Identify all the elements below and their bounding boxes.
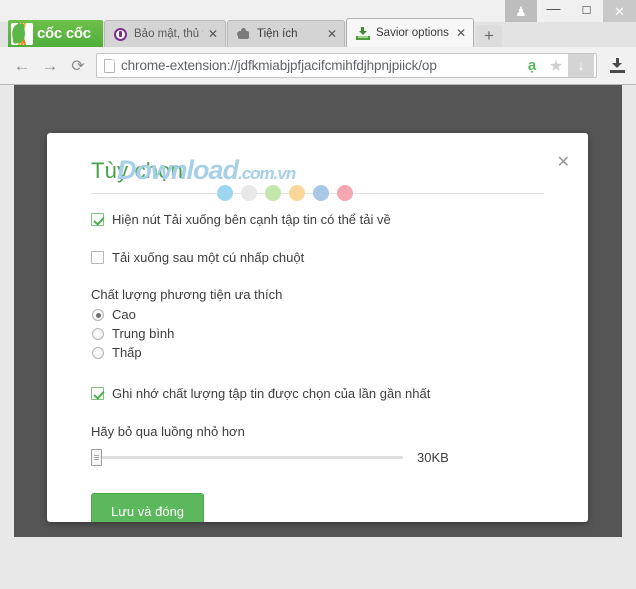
radio-option-high[interactable]: Cao [91,307,562,323]
dialog-title-divider [91,193,544,194]
reload-icon: ⟳ [71,57,85,75]
slider-row: 30KB [91,448,562,466]
plus-icon: + [484,26,494,45]
modal-overlay: ✕ Tùy chọn Download.com.vn Hiện nút Tải … [14,85,622,537]
option-remember-quality[interactable]: Ghi nhớ chất lượng tập tin được chọn của… [91,386,562,402]
tab-strip: cốc cốc Bảo mật, thủ thu ✕ Tiện ích ✕ [0,13,636,47]
arrow-left-icon: ← [13,55,31,75]
coccoc-logo-text: cốc cốc [37,25,91,42]
download-tray-icon [355,26,370,41]
tab-title: Tiện ích [257,28,298,40]
savior-toolbar-button[interactable] [602,51,632,81]
option-label: Hiện nút Tải xuống bên cạnh tập tin có t… [112,212,391,227]
checkbox-one-click-download[interactable] [91,251,104,264]
coccoc-logo[interactable]: cốc cốc [8,20,103,47]
coccoc-logo-icon [11,22,33,45]
omnibox-download-button[interactable]: ↓ [568,54,594,77]
dialog-close-button[interactable]: ✕ [557,155,570,171]
checkbox-remember-quality[interactable] [91,387,104,400]
skip-small-streams-group: Hãy bỏ qua luồng nhỏ hơn 30KB [91,424,562,466]
tab-close-icon[interactable]: ✕ [326,28,338,40]
slider-value: 30KB [417,449,449,465]
arrow-right-icon: → [41,55,59,75]
save-icon [609,58,625,73]
browser-window: ♟ — ☐ ✕ cốc cốc Bảo mật, thủ ✕ Tiện ích … [0,0,636,589]
tab-bao-mat[interactable]: Bảo mật, thủ thu ✕ [104,20,226,47]
option-one-click-download[interactable]: Tải xuống sau một cú nhấp chuột [91,250,562,266]
tab-close-icon[interactable]: ✕ [455,27,467,39]
forward-button[interactable]: → [36,52,64,80]
options-dialog: ✕ Tùy chọn Download.com.vn Hiện nút Tải … [47,133,588,522]
tab-savior-options[interactable]: Savior options ✕ [346,18,474,47]
address-bar[interactable]: chrome-extension://jdfkmiabjpfjacifcmihf… [96,53,597,78]
vietnamese-input-button[interactable]: ạ [520,54,544,77]
tab-close-icon[interactable]: ✕ [207,28,219,40]
dialog-title: Tùy chọn [91,158,184,183]
radio-option-medium[interactable]: Trung bình [91,326,562,342]
puzzle-icon [236,27,251,42]
radio-label: Cao [112,307,136,322]
tab-title: Savior options [376,27,449,39]
slider[interactable] [91,448,403,466]
option-label: Tải xuống sau một cú nhấp chuột [112,250,305,265]
reload-button[interactable]: ⟳ [64,52,92,80]
navigation-toolbar: ← → ⟳ chrome-extension://jdfkmiabjpfjaci… [0,47,636,84]
download-arrow-icon: ↓ [577,58,585,73]
radio-medium[interactable] [92,328,104,340]
slider-label: Hãy bỏ qua luồng nhỏ hơn [91,424,245,439]
option-show-download-button[interactable]: Hiện nút Tải xuống bên cạnh tập tin có t… [91,212,562,228]
page-viewport: ✕ Tùy chọn Download.com.vn Hiện nút Tải … [0,85,636,589]
url-text[interactable]: chrome-extension://jdfkmiabjpfjacifcmihf… [121,58,520,73]
radio-label: Thấp [112,345,142,360]
options-form: Hiện nút Tải xuống bên cạnh tập tin có t… [91,212,562,522]
option-label: Ghi nhớ chất lượng tập tin được chọn của… [112,386,431,401]
tab-title: Bảo mật, thủ thu [134,28,203,40]
page-document-icon [104,58,115,73]
star-icon: ★ [548,57,564,75]
tab-tien-ich[interactable]: Tiện ích ✕ [227,20,345,47]
slider-track [91,456,403,459]
radio-low[interactable] [92,347,104,359]
accent-a-icon: ạ [527,57,537,74]
radio-option-low[interactable]: Thấp [91,345,562,361]
back-button[interactable]: ← [8,52,36,80]
quality-group-label: Chất lượng phương tiện ưa thích [91,287,283,302]
bookmark-button[interactable]: ★ [544,54,568,77]
save-and-close-button[interactable]: Lưu và đóng [91,493,205,522]
radio-label: Trung bình [112,326,175,341]
browser-chrome: ♟ — ☐ ✕ cốc cốc Bảo mật, thủ ✕ Tiện ích … [0,0,636,85]
quality-group: Chất lượng phương tiện ưa thích Cao Trun… [91,287,562,361]
new-tab-button[interactable]: + [476,25,502,47]
radio-high[interactable] [92,309,104,321]
slider-thumb[interactable] [91,449,102,466]
shield-icon [113,27,128,42]
checkbox-show-download-button[interactable] [91,213,104,226]
